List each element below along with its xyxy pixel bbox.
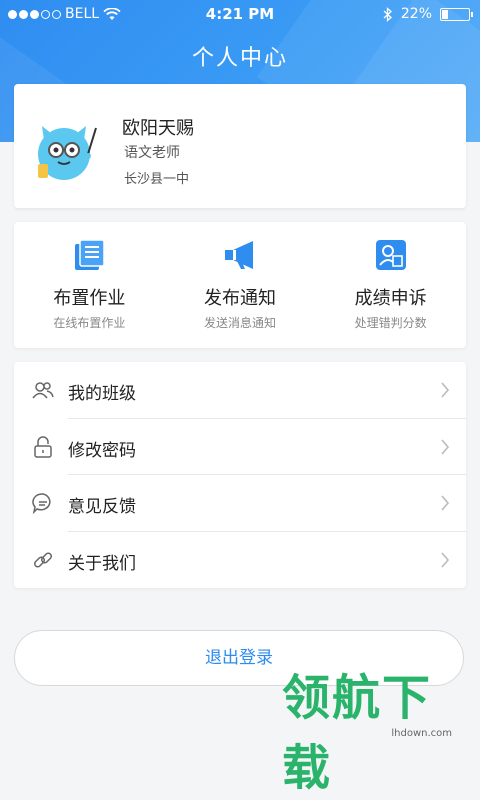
watermark: lhdown.com 领航下载: [282, 670, 472, 798]
action-title: 成绩申诉: [354, 288, 427, 309]
watermark-brand: 领航下载: [282, 670, 433, 796]
chevron-right-icon: [441, 495, 450, 511]
link-icon: [33, 551, 53, 568]
profile-card[interactable]: 欧阳天赐 语文老师 长沙县一中: [14, 84, 466, 208]
chevron-right-icon: [441, 382, 450, 398]
settings-menu: 我的班级 修改密码 意见反馈 关于我们: [14, 362, 466, 588]
action-subtitle: 处理错判分数: [354, 316, 427, 330]
lock-icon: [34, 435, 52, 458]
feedback-icon: [32, 493, 51, 514]
page-title: 个人中心: [191, 46, 288, 71]
bluetooth-icon: [383, 6, 392, 22]
chevron-right-icon: [441, 551, 450, 568]
megaphone-icon: [225, 241, 253, 269]
menu-item-change-password[interactable]: 修改密码: [14, 419, 466, 475]
menu-label: 意见反馈: [68, 497, 136, 517]
profile-name: 欧阳天赐: [122, 118, 194, 139]
chevron-right-icon: [441, 438, 450, 455]
profile-role: 语文老师: [124, 145, 180, 161]
action-publish-notice[interactable]: 发布通知 发送消息通知: [165, 222, 316, 348]
action-grade-appeal[interactable]: 成绩申诉 处理错判分数: [315, 222, 466, 348]
quick-actions: 布置作业 在线布置作业 发布通知 发送消息通知 成绩申诉 处理错判分数: [14, 222, 466, 348]
menu-label: 修改密码: [68, 440, 136, 461]
appeal-icon: [375, 240, 406, 270]
profile-school: 长沙县一中: [124, 172, 190, 187]
action-assign-homework[interactable]: 布置作业 在线布置作业: [14, 222, 165, 348]
status-bar: BELL 4:21 PM 22%: [0, 0, 480, 30]
menu-item-feedback[interactable]: 意见反馈: [14, 475, 466, 532]
battery-percentage: 22%: [400, 6, 432, 22]
menu-item-my-classes[interactable]: 我的班级: [14, 362, 466, 419]
action-subtitle: 在线布置作业: [53, 316, 126, 330]
action-subtitle: 发送消息通知: [204, 316, 277, 330]
menu-label: 关于我们: [68, 553, 136, 574]
menu-item-about-us[interactable]: 关于我们: [14, 532, 466, 589]
action-title: 布置作业: [53, 288, 126, 309]
users-icon: [32, 382, 54, 399]
action-title: 发布通知: [204, 288, 276, 309]
teacher-avatar-icon: [38, 126, 97, 180]
battery-icon: [440, 7, 473, 21]
menu-label: 我的班级: [68, 384, 136, 404]
homework-icon: [75, 239, 106, 270]
